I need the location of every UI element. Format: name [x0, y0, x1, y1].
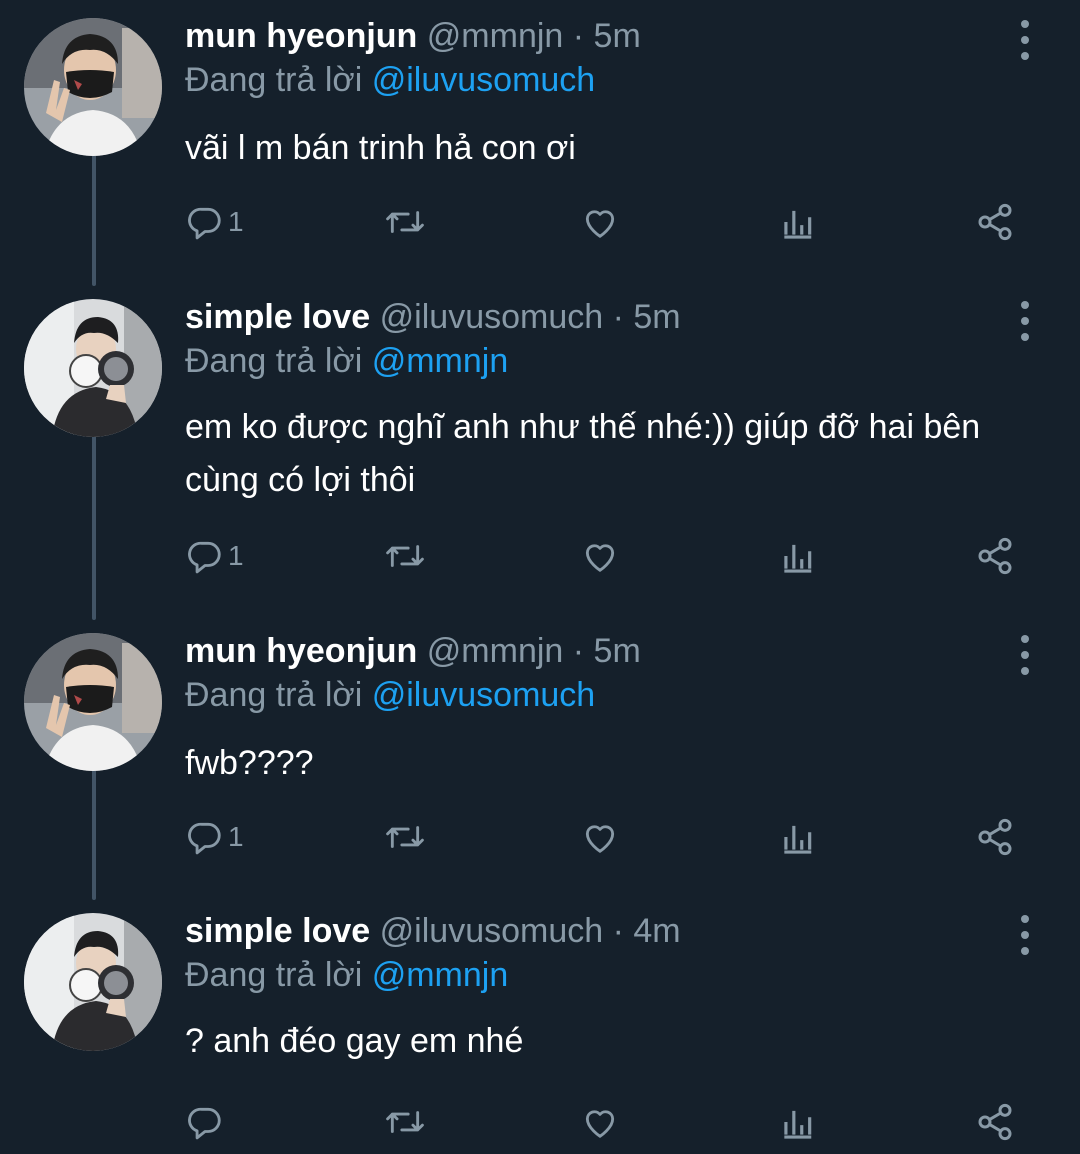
like-icon — [585, 544, 615, 572]
retweet-icon — [386, 545, 424, 567]
more-vertical-icon[interactable] — [1010, 18, 1040, 62]
replying-to: Đang trả lời @iluvusomuch — [185, 673, 595, 717]
timestamp[interactable]: 4m — [633, 912, 680, 950]
replying-to: Đang trả lời @mmnjn — [185, 953, 508, 997]
replying-to-label: Đang trả lời — [185, 676, 363, 714]
avatar[interactable] — [24, 913, 162, 1051]
retweet-icon — [386, 1111, 424, 1133]
reply-thread: mun hyeonjun @mmnjn · 5m Đang trả lời @i… — [0, 0, 1080, 1154]
avatar-mirror-boy-image — [24, 299, 162, 437]
display-name[interactable]: mun hyeonjun — [185, 632, 417, 670]
display-name[interactable]: mun hyeonjun — [185, 17, 417, 55]
analytics-button[interactable] — [780, 813, 814, 861]
retweet-button[interactable] — [384, 813, 426, 861]
replying-to: Đang trả lời @iluvusomuch — [185, 58, 595, 102]
retweet-button[interactable] — [384, 1098, 426, 1146]
tweet-actions: 1 — [0, 532, 1080, 580]
replying-to-label: Đang trả lời — [185, 342, 363, 380]
share-button[interactable] — [975, 198, 1015, 246]
mention-link[interactable]: @iluvusomuch — [372, 61, 596, 99]
avatar[interactable] — [24, 299, 162, 437]
tweet-header: mun hyeonjun @mmnjn · 5m — [185, 629, 641, 673]
user-handle[interactable]: @iluvusomuch — [380, 912, 604, 950]
avatar-mirror-boy-image — [24, 913, 162, 1051]
display-name[interactable]: simple love — [185, 298, 370, 336]
replying-to: Đang trả lời @mmnjn — [185, 339, 508, 383]
avatar-masked-boy-image — [24, 18, 162, 156]
retweet-button[interactable] — [384, 532, 426, 580]
tweet-text: ? anh đéo gay em nhé — [185, 1022, 524, 1060]
share-button[interactable] — [975, 1098, 1015, 1146]
like-icon — [585, 210, 615, 238]
analytics-button[interactable] — [780, 1098, 814, 1146]
reply-button[interactable]: 1 — [186, 813, 244, 861]
replying-to-label: Đang trả lời — [185, 61, 363, 99]
mention-link[interactable]: @mmnjn — [372, 956, 509, 994]
separator: · — [572, 632, 585, 670]
separator: · — [612, 912, 624, 950]
like-button[interactable] — [580, 532, 620, 580]
tweet-text: fwb???? — [185, 744, 314, 782]
reply-button[interactable]: 1 — [186, 532, 244, 580]
timestamp[interactable]: 5m — [594, 17, 641, 55]
like-button[interactable] — [580, 813, 620, 861]
user-handle[interactable]: @mmnjn — [427, 17, 564, 55]
like-icon — [585, 825, 615, 853]
analytics-icon — [784, 1110, 812, 1139]
analytics-button[interactable] — [780, 198, 814, 246]
reply-count: 1 — [228, 821, 244, 852]
like-button[interactable] — [580, 198, 620, 246]
like-button[interactable] — [580, 1098, 620, 1146]
avatar[interactable] — [24, 18, 162, 156]
tweet-actions: 1 — [0, 813, 1080, 861]
share-icon — [978, 203, 1012, 241]
share-icon — [978, 818, 1012, 856]
share-icon — [978, 1103, 1012, 1141]
analytics-button[interactable] — [780, 532, 814, 580]
retweet-icon — [386, 826, 424, 848]
reply-icon — [188, 207, 221, 240]
avatar[interactable] — [24, 633, 162, 771]
more-vertical-icon[interactable] — [1010, 913, 1040, 957]
reply-button[interactable]: 1 — [186, 198, 244, 246]
tweet-actions: 1 — [0, 198, 1080, 246]
more-vertical-icon[interactable] — [1010, 633, 1040, 677]
reply-count: 1 — [228, 206, 244, 237]
separator: · — [612, 298, 624, 336]
analytics-icon — [784, 544, 812, 573]
more-vertical-icon[interactable] — [1010, 299, 1040, 343]
reply-icon — [188, 822, 221, 855]
analytics-icon — [784, 210, 812, 239]
timestamp[interactable]: 5m — [633, 298, 680, 336]
reply-button[interactable] — [186, 1098, 228, 1146]
analytics-icon — [784, 825, 812, 854]
share-icon — [978, 537, 1012, 575]
tweet-header: mun hyeonjun @mmnjn · 5m — [185, 14, 641, 58]
tweet-text: vãi l m bán trinh hả con ơi — [185, 129, 576, 167]
tweet-actions — [0, 1098, 1080, 1146]
reply-icon — [188, 541, 221, 574]
mention-link[interactable]: @mmnjn — [372, 342, 509, 380]
tweet-header: simple love @iluvusomuch · 5m — [185, 295, 681, 339]
tweet-text: em ko được nghĩ anh như thế nhé:)) giúp … — [185, 408, 981, 499]
tweet-header: simple love @iluvusomuch · 4m — [185, 909, 681, 953]
timestamp[interactable]: 5m — [594, 632, 641, 670]
reply-icon — [188, 1107, 221, 1140]
mention-link[interactable]: @iluvusomuch — [372, 676, 596, 714]
replying-to-label: Đang trả lời — [185, 956, 363, 994]
share-button[interactable] — [975, 813, 1015, 861]
like-icon — [585, 1110, 615, 1138]
reply-count: 1 — [228, 540, 244, 571]
avatar-masked-boy-image — [24, 633, 162, 771]
retweet-icon — [386, 211, 424, 233]
retweet-button[interactable] — [384, 198, 426, 246]
user-handle[interactable]: @iluvusomuch — [380, 298, 604, 336]
user-handle[interactable]: @mmnjn — [427, 632, 564, 670]
thread-connector — [92, 430, 96, 620]
share-button[interactable] — [975, 532, 1015, 580]
display-name[interactable]: simple love — [185, 912, 370, 950]
separator: · — [572, 17, 585, 55]
